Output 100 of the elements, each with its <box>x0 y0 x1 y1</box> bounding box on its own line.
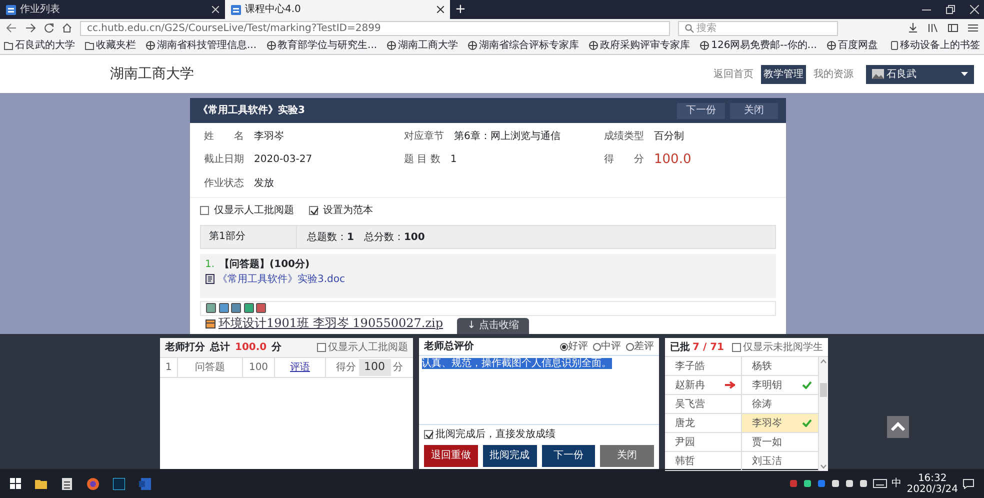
unit-label: 分 <box>393 361 403 375</box>
bookmark[interactable]: 收藏夹栏 <box>85 38 136 53</box>
forward-icon[interactable] <box>25 23 36 33</box>
table-cell: 100 <box>243 358 275 378</box>
check-icon <box>802 381 812 389</box>
field-value: 李羽岑 <box>254 130 284 144</box>
bookmark[interactable]: 126网易免费邮--你的... <box>700 38 817 53</box>
checkbox[interactable] <box>309 206 318 214</box>
header-button[interactable]: 下一份 <box>677 102 725 118</box>
file-link[interactable]: 环境设计1901班 李羽岑 190550027.zip <box>218 316 444 330</box>
dialog-title: 《常用工具软件》实验3 <box>198 103 306 118</box>
graded-label: 已批 <box>670 340 690 354</box>
total-label: 总计 <box>210 340 230 355</box>
search-icon <box>685 24 694 32</box>
field-value: 百分制 <box>654 130 684 144</box>
student-item[interactable]: 尹园 <box>665 433 742 452</box>
comment-link[interactable]: 评语 <box>275 358 326 378</box>
bookmark[interactable]: 湖南省科技管理信息... <box>146 38 257 53</box>
menu-icon[interactable] <box>968 23 978 33</box>
address-field[interactable]: cc.hutb.edu.cn/G2S/CourseLive/Test/marking?TestID=2899 <box>80 20 670 36</box>
bookmark[interactable]: 移动设备上的书签 <box>891 38 980 53</box>
scrollbar[interactable] <box>819 357 828 471</box>
checkbox[interactable] <box>424 430 433 439</box>
windows-icon[interactable] <box>10 478 21 489</box>
browser-icon[interactable] <box>87 478 99 490</box>
checkbox[interactable] <box>732 342 740 352</box>
field-value: 100.0 <box>654 151 692 169</box>
phone-icon <box>891 41 898 50</box>
student-item[interactable]: 赵新冉 <box>665 376 742 395</box>
folder-icon[interactable] <box>35 478 47 490</box>
checkbox[interactable] <box>316 343 326 352</box>
picture-icon <box>872 69 884 79</box>
bookmark[interactable]: 教育部学位与研究生... <box>266 38 378 53</box>
field-value: 第6章：网上浏览与通信 <box>454 130 560 144</box>
action-button[interactable]: 关闭 <box>600 444 654 466</box>
document-icon[interactable] <box>139 478 151 490</box>
radio-button[interactable] <box>560 342 568 350</box>
checkbox-label: 批阅完成后，直接发放成绩 <box>436 428 556 442</box>
reload-icon[interactable] <box>44 23 54 33</box>
library-icon[interactable] <box>928 23 938 33</box>
field-label: 成绩类型 <box>604 130 644 144</box>
action-button[interactable]: 批阅完成 <box>482 444 536 466</box>
returned-icon <box>725 381 735 389</box>
notification-icon[interactable] <box>963 478 974 488</box>
checkbox-label: 仅显示未批阅学生 <box>743 340 823 354</box>
page-icon <box>231 4 241 14</box>
clock[interactable]: 16:32 2020/3/24 <box>906 472 958 494</box>
back-icon[interactable] <box>6 23 17 33</box>
field-label: 题 目 数 <box>404 153 440 168</box>
bookmark[interactable]: 湖南工商大学 <box>387 38 458 53</box>
restore-icon[interactable] <box>946 5 955 14</box>
sidebar-icon[interactable] <box>948 23 958 33</box>
action-button[interactable]: 退回重做 <box>424 444 478 466</box>
table-cell: 1 <box>160 358 178 378</box>
bookmark[interactable]: 石良武的大学 <box>4 38 75 53</box>
page-icon <box>6 4 16 14</box>
field-label: 得 分 <box>604 153 644 168</box>
collapse-tab[interactable]: ↓ 点击收缩 <box>457 318 529 334</box>
field-value: 2020-03-27 <box>254 153 312 168</box>
close-icon[interactable] <box>437 6 444 13</box>
new-tab-button[interactable]: + <box>455 0 466 20</box>
student-item[interactable]: 李羽岑 <box>742 414 819 433</box>
home-icon[interactable] <box>62 23 72 33</box>
comment-field[interactable]: 认真、规范，操作截图个人信息识别全面。 <box>419 356 659 424</box>
attachment-link[interactable]: 《常用工具软件》实验3.doc <box>218 272 346 286</box>
part-summary: 总题数：1 总分数：100 <box>306 230 425 244</box>
browser-tab[interactable]: 课程中心4.0 <box>225 0 450 19</box>
document-icon <box>205 274 215 284</box>
download-icon[interactable] <box>908 23 918 33</box>
total-score: 100.0 <box>235 341 267 355</box>
field-label: 截止日期 <box>204 152 244 168</box>
browser-tab[interactable]: 作业列表 <box>0 0 225 19</box>
student-item[interactable]: 李子皓 <box>665 357 742 376</box>
calculator-icon[interactable] <box>61 478 73 490</box>
nav-link[interactable]: 教学管理 <box>761 64 806 84</box>
question-number: 1. <box>205 258 215 272</box>
bookmark[interactable]: 政府采购评审专家库 <box>589 38 690 53</box>
panel-title: 老师总评价 <box>424 340 475 354</box>
nav-link[interactable]: 返回首页 <box>711 66 756 82</box>
scroll-to-top-button[interactable] <box>887 416 909 438</box>
student-item[interactable]: 吴飞营 <box>665 395 742 414</box>
radio-label: 中评 <box>601 340 621 354</box>
bookmark[interactable]: 百度网盘 <box>826 38 878 53</box>
action-button[interactable]: 下一份 <box>542 444 596 466</box>
folder-icon <box>85 41 94 50</box>
score-label: 得分 <box>336 361 356 375</box>
radio-button[interactable] <box>626 342 634 350</box>
radio-button[interactable] <box>593 342 601 350</box>
input-method-indicator[interactable]: 中 <box>892 476 902 491</box>
radio-label: 好评 <box>568 340 588 354</box>
checkbox[interactable] <box>200 206 209 214</box>
user-menu[interactable]: 石良武 <box>866 64 974 84</box>
field-label: 姓 名 <box>204 130 244 144</box>
header-button[interactable]: 关闭 <box>730 102 778 118</box>
score-field[interactable]: 100 <box>358 359 390 376</box>
package-icon <box>205 318 216 328</box>
keyboard-icon[interactable] <box>872 479 887 488</box>
field-value: 1 <box>450 153 457 168</box>
nav-link[interactable]: 我的资源 <box>811 66 856 82</box>
bookmark[interactable]: 湖南省综合评标专家库 <box>468 38 580 53</box>
